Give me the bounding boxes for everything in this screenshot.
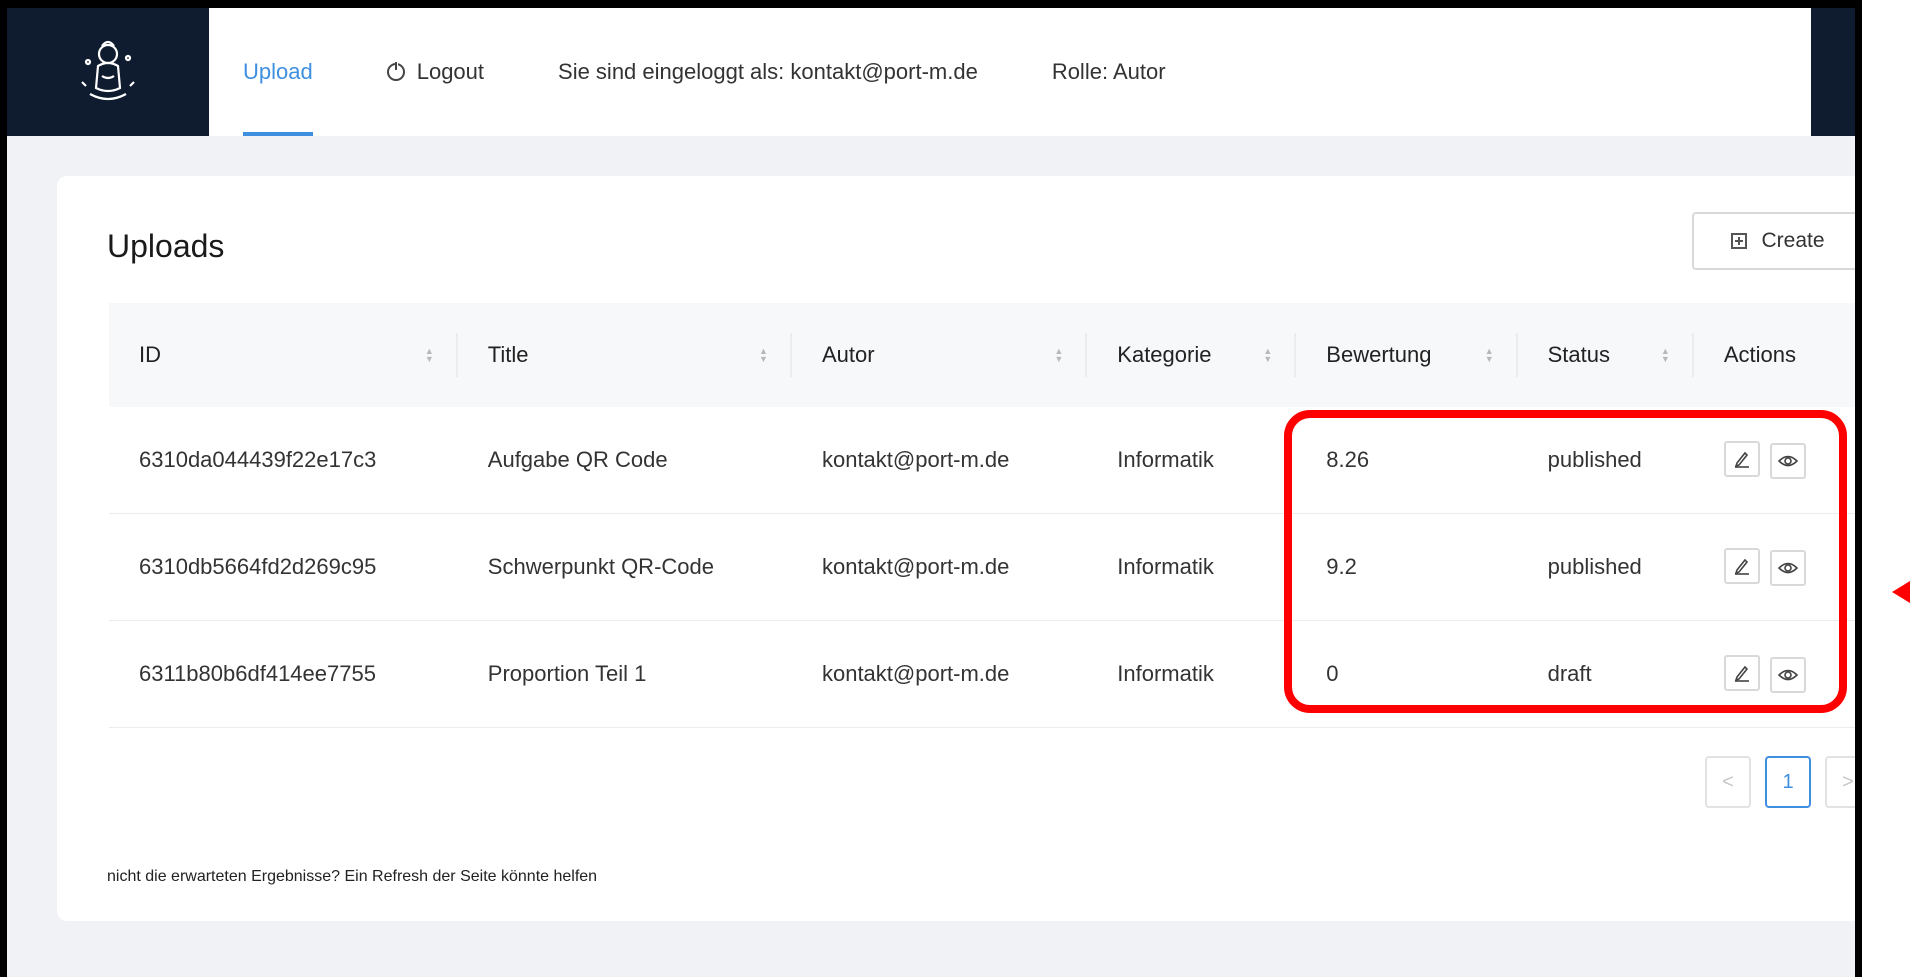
column-header-label: Bewertung bbox=[1326, 342, 1432, 367]
view-button[interactable] bbox=[1769, 443, 1806, 479]
pagination-page-1[interactable]: 1 bbox=[1765, 756, 1811, 808]
column-header-kategorie[interactable]: Kategorie ▲ ▼ bbox=[1087, 303, 1297, 407]
column-header-status[interactable]: Status ▲ ▼ bbox=[1517, 303, 1695, 407]
cell-bewertung: 0 bbox=[1296, 620, 1518, 728]
sort-icon[interactable]: ▲ ▼ bbox=[1263, 347, 1272, 364]
header-right-block bbox=[1811, 8, 1855, 136]
refresh-hint-text: nicht die erwarteten Ergebnisse? Ein Ref… bbox=[107, 868, 598, 885]
cell-title: Schwerpunkt QR-Code bbox=[457, 513, 792, 621]
page-title: Uploads bbox=[107, 228, 225, 264]
logo-icon bbox=[81, 40, 135, 101]
cell-id: 6310db5664fd2d269c95 bbox=[109, 513, 458, 621]
sort-icon[interactable]: ▲ ▼ bbox=[425, 347, 434, 364]
cell-actions bbox=[1693, 620, 1855, 728]
cell-title: Proportion Teil 1 bbox=[457, 620, 792, 728]
table-header-row: ID ▲ ▼ Title ▲ ▼ Autor ▲ ▼ Kategorie ▲ ▼ Bewertu… bbox=[109, 303, 1855, 407]
app-frame: Upload Logout Sie sind eingeloggt als: k… bbox=[0, 0, 1862, 977]
uploads-table: ID ▲ ▼ Title ▲ ▼ Autor ▲ ▼ Kategorie ▲ ▼ Bewertu… bbox=[109, 303, 1855, 728]
cell-id: 6310da044439f22e17c3 bbox=[109, 407, 458, 514]
logged-in-user-text: Sie sind eingeloggt als: kontakt@port-m.… bbox=[558, 59, 978, 84]
column-header-autor[interactable]: Autor ▲ ▼ bbox=[791, 303, 1088, 407]
plus-square-icon bbox=[1731, 233, 1748, 249]
nav-upload[interactable]: Upload bbox=[243, 8, 313, 136]
table-row: 6310da044439f22e17c3 Aufgabe QR Code kon… bbox=[109, 407, 1855, 514]
eye-icon bbox=[1777, 562, 1798, 574]
cell-autor: kontakt@port-m.de bbox=[791, 620, 1088, 728]
cell-actions bbox=[1693, 513, 1855, 621]
cell-kategorie: Informatik bbox=[1087, 620, 1297, 728]
column-header-label: Autor bbox=[821, 342, 875, 367]
top-header: Upload Logout Sie sind eingeloggt als: k… bbox=[7, 8, 1855, 136]
column-header-label: Title bbox=[487, 342, 529, 367]
sort-icon[interactable]: ▲ ▼ bbox=[1485, 347, 1494, 364]
logout-icon bbox=[386, 61, 405, 81]
eye-icon bbox=[1777, 455, 1798, 467]
nav-logout-label: Logout bbox=[416, 59, 485, 84]
column-header-label: Status bbox=[1547, 342, 1610, 367]
edit-icon bbox=[1734, 558, 1749, 575]
sort-icon[interactable]: ▲ ▼ bbox=[759, 347, 768, 364]
sort-icon[interactable]: ▲ ▼ bbox=[1054, 347, 1063, 364]
cell-kategorie: Informatik bbox=[1087, 407, 1297, 514]
cell-kategorie: Informatik bbox=[1087, 513, 1297, 621]
main-nav: Upload Logout Sie sind eingeloggt als: k… bbox=[243, 8, 1240, 136]
cell-status: published bbox=[1517, 407, 1694, 514]
sort-icon[interactable]: ▲ ▼ bbox=[1661, 347, 1670, 364]
table-row: 6310db5664fd2d269c95 Schwerpunkt QR-Code… bbox=[109, 513, 1855, 621]
cell-title: Aufgabe QR Code bbox=[457, 407, 792, 514]
edit-icon bbox=[1734, 665, 1749, 682]
logo[interactable] bbox=[7, 8, 209, 136]
user-role-text: Rolle: Autor bbox=[1051, 59, 1166, 84]
edit-button[interactable] bbox=[1723, 441, 1760, 477]
red-arrow-annotation bbox=[1892, 581, 1910, 603]
cell-status: published bbox=[1517, 513, 1694, 621]
pagination-prev-button[interactable]: < bbox=[1705, 756, 1751, 808]
cell-bewertung: 9.2 bbox=[1296, 513, 1518, 621]
view-button[interactable] bbox=[1769, 657, 1806, 693]
uploads-card: Uploads Create ID ▲ ▼ Title ▲ ▼ Autor ▲ … bbox=[57, 176, 1855, 921]
cell-actions bbox=[1693, 407, 1855, 514]
create-button[interactable]: Create bbox=[1692, 212, 1855, 270]
nav-logout[interactable]: Logout bbox=[386, 8, 485, 136]
cell-bewertung: 8.26 bbox=[1296, 407, 1518, 514]
cell-autor: kontakt@port-m.de bbox=[791, 513, 1088, 621]
pagination: < 1 > bbox=[1705, 756, 1855, 808]
cell-autor: kontakt@port-m.de bbox=[791, 407, 1088, 514]
column-header-actions: Actions bbox=[1693, 303, 1855, 407]
nav-upload-label: Upload bbox=[243, 59, 313, 84]
edit-button[interactable] bbox=[1723, 655, 1760, 691]
column-header-label: ID bbox=[139, 342, 161, 367]
cell-id: 6311b80b6df414ee7755 bbox=[109, 620, 458, 728]
edit-button[interactable] bbox=[1723, 548, 1760, 584]
column-header-bewertung[interactable]: Bewertung ▲ ▼ bbox=[1296, 303, 1518, 407]
pagination-next-button[interactable]: > bbox=[1825, 756, 1855, 808]
eye-icon bbox=[1777, 669, 1798, 681]
column-header-title[interactable]: Title ▲ ▼ bbox=[457, 303, 793, 407]
view-button[interactable] bbox=[1769, 550, 1806, 586]
edit-icon bbox=[1734, 451, 1749, 468]
column-header-label: Actions bbox=[1723, 342, 1796, 367]
table-row: 6311b80b6df414ee7755 Proportion Teil 1 k… bbox=[109, 620, 1855, 728]
cell-status: draft bbox=[1517, 620, 1694, 728]
create-button-label: Create bbox=[1761, 229, 1825, 252]
column-header-id[interactable]: ID ▲ ▼ bbox=[109, 303, 458, 407]
column-header-label: Kategorie bbox=[1117, 342, 1212, 367]
